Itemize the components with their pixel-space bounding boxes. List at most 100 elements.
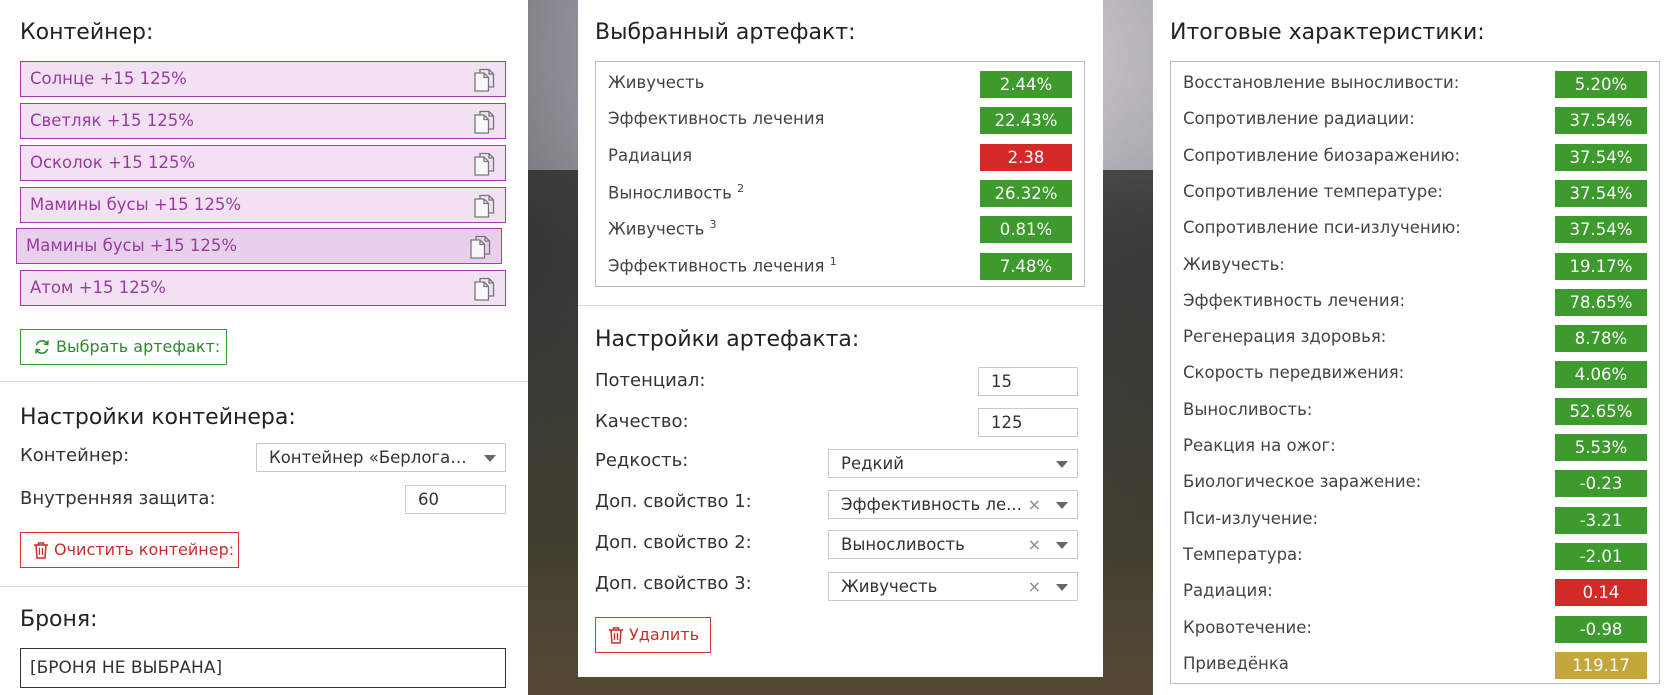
container-item-label: Мамины бусы +15 125% <box>30 195 242 214</box>
stat-value-badge: 78.65% <box>1555 288 1647 316</box>
container-item[interactable]: Атом +15 125% <box>20 270 506 306</box>
clear-icon[interactable]: × <box>1028 573 1041 600</box>
inner-protection-input[interactable]: 60 <box>405 485 506 514</box>
stat-value-badge: 22.43% <box>980 107 1072 135</box>
totals-heading: Итоговые характеристики: <box>1170 20 1485 45</box>
clear-icon[interactable]: × <box>1028 531 1041 558</box>
divider <box>0 586 528 587</box>
stat-name: Температура: <box>1183 544 1303 564</box>
prop2-select[interactable]: Выносливость × <box>828 530 1078 559</box>
copy-icon[interactable] <box>469 235 491 259</box>
container-item-label: Светляк +15 125% <box>30 111 194 130</box>
prop1-select[interactable]: Эффективность ле... × <box>828 490 1078 519</box>
stat-name: Эффективность лечения: <box>1183 290 1406 310</box>
stat-name: Скорость передвижения: <box>1183 363 1405 383</box>
copy-icon[interactable] <box>473 152 495 176</box>
copy-icon[interactable] <box>473 110 495 134</box>
container-item-label: Солнце +15 125% <box>30 69 187 88</box>
container-settings-heading: Настройки контейнера: <box>20 405 296 430</box>
totals-stats: Восстановление выносливости: 5.20% Сопроти… <box>1170 61 1660 684</box>
stat-name: Эффективность лечения 1 <box>608 254 837 276</box>
container-item-label: Атом +15 125% <box>30 278 166 297</box>
stat-name: Выносливость 2 <box>608 181 745 203</box>
prop2-select-value: Выносливость <box>841 535 965 554</box>
prop3-label: Доп. свойство 3: <box>595 573 752 594</box>
stat-name: Приведёнка <box>1183 653 1289 673</box>
stat-value-badge: 8.78% <box>1555 325 1647 353</box>
chevron-down-icon[interactable] <box>1056 461 1068 468</box>
total-stat-row: Эффективность лечения: 78.65% <box>1183 288 1647 317</box>
stat-value-badge: 5.53% <box>1555 434 1647 461</box>
container-select[interactable]: Контейнер «Берлога… <box>256 443 506 472</box>
prop1-label: Доп. свойство 1: <box>595 491 752 512</box>
stat-superscript: 2 <box>737 181 745 195</box>
delete-artifact-button[interactable]: Удалить <box>595 617 711 653</box>
copy-icon[interactable] <box>473 277 495 301</box>
artifact-stat-row: Эффективность лечения 1 7.48% <box>608 252 1072 281</box>
total-stat-row: Сопротивление пси-излучению: 37.54% <box>1183 216 1647 244</box>
container-item[interactable]: Солнце +15 125% <box>20 61 506 97</box>
stat-name: Реакция на ожог: <box>1183 436 1336 455</box>
total-stat-row: Биологическое заражение: -0.23 <box>1183 470 1647 498</box>
stat-name: Живучесть 3 <box>608 218 717 239</box>
copy-icon[interactable] <box>473 68 495 92</box>
artifact-stat-row: Живучесть 2.44% <box>608 71 1072 99</box>
artifact-panel: Выбранный артефакт: Живучесть 2.44% Эффект… <box>578 0 1103 677</box>
divider <box>578 305 1103 306</box>
quality-input[interactable]: 125 <box>978 408 1078 437</box>
refresh-icon <box>35 340 49 354</box>
chevron-down-icon[interactable] <box>1056 502 1068 509</box>
total-stat-row: Приведёнка 119.17 <box>1183 651 1647 680</box>
inner-protection-value: 60 <box>418 490 439 509</box>
stat-value-badge: 119.17 <box>1555 651 1647 679</box>
artifact-stat-row: Радиация 2.38 <box>608 143 1072 172</box>
clear-container-button[interactable]: Очистить контейнер: <box>20 532 239 568</box>
stat-name: Сопротивление температуре: <box>1183 181 1443 201</box>
chevron-down-icon[interactable] <box>1056 542 1068 549</box>
artifact-settings-heading: Настройки артефакта: <box>595 327 860 352</box>
potential-input[interactable]: 15 <box>978 367 1078 396</box>
stat-name: Сопротивление радиации: <box>1183 109 1415 129</box>
stat-name: Пси-излучение: <box>1183 508 1319 528</box>
inner-protection-label: Внутренняя защита: <box>20 488 216 509</box>
quality-value: 125 <box>991 413 1023 432</box>
stat-name: Живучесть <box>608 73 705 92</box>
copy-icon[interactable] <box>473 194 495 218</box>
container-item[interactable]: Светляк +15 125% <box>20 103 506 139</box>
stat-name: Сопротивление биозаражению: <box>1183 145 1461 165</box>
stat-name: Радиация: <box>1183 581 1273 601</box>
armor-field[interactable]: [БРОНЯ НЕ ВЫБРАНА] <box>20 648 506 688</box>
select-artifact-button[interactable]: Выбрать артефакт: <box>20 329 227 365</box>
stat-value-badge: 2.44% <box>980 71 1072 98</box>
container-item-label: Мамины бусы +15 125% <box>26 236 238 255</box>
container-item[interactable]: Мамины бусы +15 125% <box>16 228 502 264</box>
total-stat-row: Сопротивление биозаражению: 37.54% <box>1183 143 1647 172</box>
prop1-select-value: Эффективность ле... <box>841 495 1022 514</box>
prop2-label: Доп. свойство 2: <box>595 532 752 553</box>
total-stat-row: Сопротивление температуре: 37.54% <box>1183 179 1647 208</box>
stat-superscript: 1 <box>829 254 837 268</box>
rarity-select[interactable]: Редкий <box>828 449 1078 478</box>
stat-value-badge: 37.54% <box>1555 179 1647 207</box>
stat-value-badge: 37.54% <box>1555 143 1647 171</box>
prop3-select-value: Живучесть <box>841 577 938 596</box>
stat-name: Восстановление выносливости: <box>1183 73 1460 92</box>
clear-container-label: Очистить контейнер: <box>54 540 235 559</box>
clear-icon[interactable]: × <box>1028 491 1041 518</box>
artifact-stat-row: Выносливость 2 26.32% <box>608 179 1072 208</box>
total-stat-row: Реакция на ожог: 5.53% <box>1183 434 1647 462</box>
stat-name: Сопротивление пси-излучению: <box>1183 218 1461 238</box>
stat-value-badge: 52.65% <box>1555 397 1647 425</box>
container-item[interactable]: Осколок +15 125% <box>20 145 506 181</box>
container-panel: Контейнер: Солнце +15 125% Светляк +15 12… <box>0 0 528 695</box>
stat-value-badge: 5.20% <box>1555 71 1647 98</box>
container-item[interactable]: Мамины бусы +15 125% <box>20 187 506 223</box>
stat-name: Регенерация здоровья: <box>1183 327 1387 347</box>
chevron-down-icon[interactable] <box>1056 584 1068 591</box>
armor-value: [БРОНЯ НЕ ВЫБРАНА] <box>30 658 223 678</box>
totals-panel: Итоговые характеристики: Восстановление … <box>1153 0 1676 695</box>
prop3-select[interactable]: Живучесть × <box>828 572 1078 601</box>
stat-value-badge: 4.06% <box>1555 361 1647 389</box>
stat-value-badge: 7.48% <box>980 252 1072 280</box>
stat-name: Живучесть: <box>1183 254 1285 274</box>
